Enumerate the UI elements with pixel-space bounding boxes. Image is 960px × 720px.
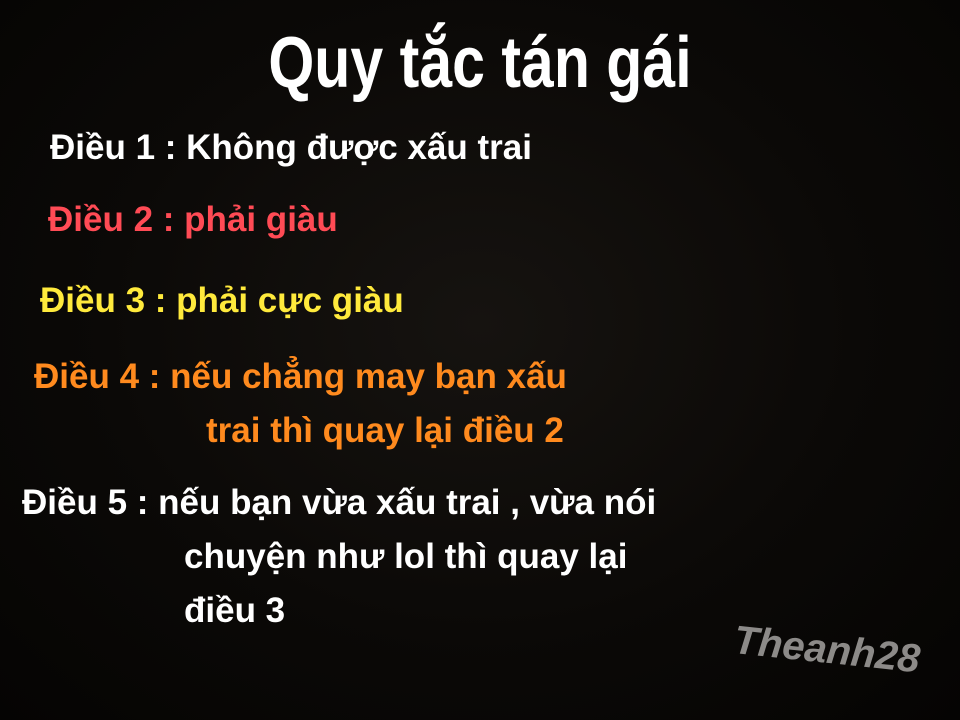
rule-1-line-1: Điều 1 : Không được xấu trai <box>50 128 532 167</box>
page-title: Quy tắc tán gái <box>268 23 692 103</box>
watermark: Theanh28 <box>731 618 922 682</box>
rule-5-line-2: chuyện như lol thì quay lại <box>184 537 628 576</box>
rule-1: Điều 1 : Không được xấu trai <box>50 128 532 168</box>
rule-4-line-2: trai thì quay lại điều 2 <box>206 411 564 450</box>
rule-5: Điều 5 : nếu bạn vừa xấu trai , vừa nói … <box>22 476 656 638</box>
rule-4-line-1: Điều 4 : nếu chẳng may bạn xấu <box>34 357 567 396</box>
rule-5-line-3: điều 3 <box>184 591 286 630</box>
rule-4: Điều 4 : nếu chẳng may bạn xấu trai thì … <box>34 350 567 458</box>
rule-3-line-1: Điều 3 : phải cực giàu <box>40 281 404 320</box>
rule-2: Điều 2 : phải giàu <box>48 200 338 240</box>
rule-2-line-1: Điều 2 : phải giàu <box>48 200 338 239</box>
rule-5-line-1: Điều 5 : nếu bạn vừa xấu trai , vừa nói <box>22 483 657 522</box>
rule-3: Điều 3 : phải cực giàu <box>40 281 404 321</box>
